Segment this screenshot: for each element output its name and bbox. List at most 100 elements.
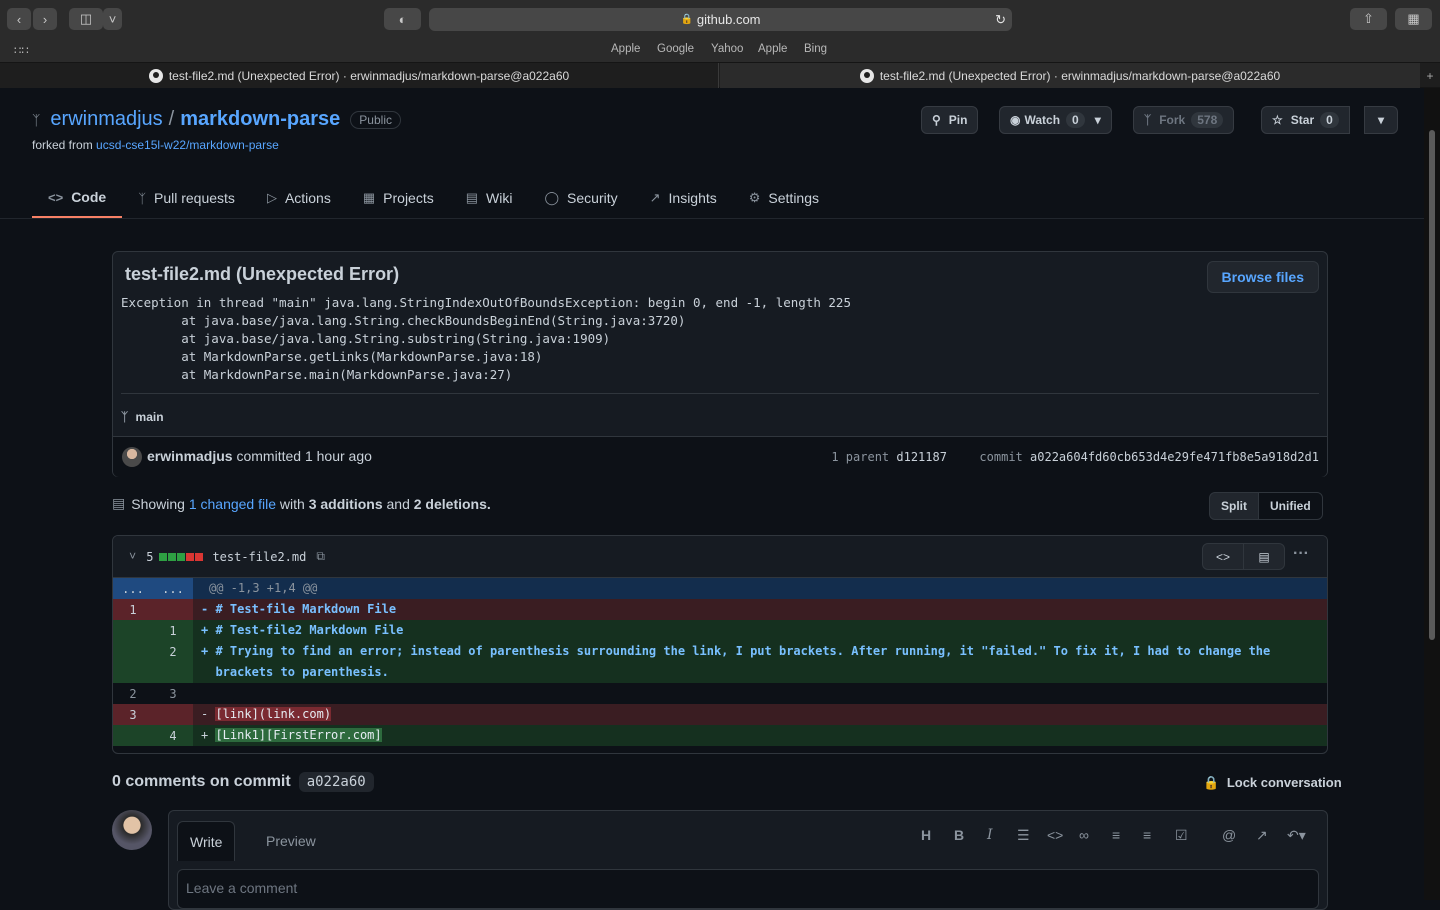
old-line-number[interactable] [113, 620, 153, 641]
avatar[interactable] [112, 810, 152, 850]
pin-button[interactable]: ⚲ Pin [921, 106, 979, 134]
privacy-shield-icon[interactable]: ◐ [384, 8, 421, 30]
ordered-list-icon[interactable]: ≡ [1143, 827, 1151, 843]
tab-wiki[interactable]: ▤ Wiki [450, 178, 529, 218]
avatar[interactable] [122, 447, 142, 467]
new-tab-button[interactable]: + [1420, 63, 1440, 88]
new-line-number[interactable]: 2 [153, 641, 193, 683]
quote-icon[interactable]: ☰ [1017, 827, 1030, 844]
tab-projects[interactable]: ▦ Projects [347, 178, 450, 218]
expand-down-button[interactable]: ... [153, 578, 193, 599]
repo-separator: / [168, 108, 175, 130]
branch-label[interactable]: ᛉ main [121, 393, 1319, 424]
heading-icon[interactable]: H [921, 827, 931, 843]
bookmark-google[interactable]: Google [657, 43, 694, 55]
commit-meta: erwinmadjus committed 1 hour ago 1 paren… [113, 436, 1327, 477]
task-list-icon[interactable]: ☑ [1175, 827, 1188, 844]
sidebar-menu-chevron-icon[interactable]: ˅ [103, 8, 122, 30]
browse-files-button[interactable]: Browse files [1206, 261, 1319, 293]
bookmark-apple-2[interactable]: Apple [758, 43, 787, 55]
old-line-number[interactable]: 3 [113, 704, 153, 725]
lock-conversation-button[interactable]: 🔒 Lock conversation [1203, 775, 1342, 791]
forward-button[interactable]: › [33, 8, 57, 30]
tab-insights[interactable]: ↗ Insights [634, 178, 733, 218]
comments-heading: 0 comments on commit a022a60 [112, 772, 374, 792]
tab-preview[interactable]: Preview [254, 821, 328, 861]
more-options-icon[interactable]: ··· [1293, 545, 1309, 563]
tab-settings[interactable]: ⚙ Settings [733, 178, 835, 218]
link-icon[interactable]: ∞ [1079, 827, 1089, 843]
new-line-number[interactable]: 1 [153, 620, 193, 641]
browser-tab-1[interactable]: test-file2.md (Unexpected Error) · erwin… [0, 63, 719, 88]
commit-author: erwinmadjus committed 1 hour ago [147, 448, 372, 464]
watch-button[interactable]: ◉ Watch 0 ▾ [999, 106, 1112, 134]
new-line-number[interactable] [153, 704, 193, 725]
tab-code[interactable]: <> Code [32, 178, 123, 218]
page-scrollbar[interactable] [1424, 88, 1440, 900]
new-line-number[interactable] [153, 599, 193, 620]
comment-input[interactable]: Leave a comment [177, 869, 1319, 909]
copy-icon[interactable]: ⧉ [316, 549, 325, 564]
deletions-count: 2 deletions. [413, 495, 491, 512]
bold-icon[interactable]: B [954, 827, 964, 843]
reply-icon[interactable]: ↶▾ [1287, 827, 1306, 844]
new-line-number[interactable]: 3 [153, 683, 193, 704]
parent-sha-link[interactable]: d121187 [896, 450, 947, 464]
unified-button[interactable]: Unified [1258, 493, 1322, 519]
changed-text: [Link1][FirstError.com] [215, 728, 382, 742]
rich-diff-button[interactable]: ▤ [1243, 543, 1285, 570]
expand-up-button[interactable]: ... [113, 578, 153, 599]
repo-owner-link[interactable]: erwinmadjus [50, 108, 162, 131]
back-button[interactable]: ‹ [7, 8, 31, 30]
watch-label: Watch [1024, 113, 1061, 127]
forked-from-link[interactable]: ucsd-cse15l-w22/markdown-parse [96, 138, 279, 152]
sidebar-toggle-button[interactable]: ◫ [69, 8, 103, 30]
new-line-number[interactable]: 4 [153, 725, 193, 746]
bookmark-apple[interactable]: Apple [611, 43, 640, 55]
old-line-number[interactable]: 2 [113, 683, 153, 704]
diff-line-code: + [Link1][FirstError.com] [193, 725, 1327, 746]
italic-icon[interactable]: I [987, 827, 993, 843]
tab-overview-button[interactable]: ▦ [1395, 8, 1432, 30]
pin-icon: ⚲ [932, 113, 941, 127]
apps-grid-icon[interactable]: ∷∷ [14, 43, 29, 57]
fork-button[interactable]: ᛉ Fork 578 [1133, 106, 1235, 134]
browser-tab-2[interactable]: test-file2.md (Unexpected Error) · erwin… [720, 63, 1420, 88]
bookmark-yahoo[interactable]: Yahoo [711, 43, 743, 55]
star-button[interactable]: ☆ Star 0 [1261, 106, 1350, 134]
reload-icon[interactable]: ↻ [995, 12, 1006, 28]
chevron-down-icon[interactable]: ˅ [129, 549, 136, 564]
comments-count: 0 comments on commit [112, 773, 291, 790]
reference-icon[interactable]: ↗ [1256, 827, 1268, 844]
split-button[interactable]: Split [1210, 493, 1258, 519]
old-line-number[interactable]: 1 [113, 599, 153, 620]
source-diff-button[interactable]: <> [1202, 543, 1244, 570]
browser-tab-title: test-file2.md (Unexpected Error) · erwin… [168, 68, 570, 83]
visibility-badge: Public [350, 110, 401, 129]
old-line-number[interactable] [113, 725, 153, 746]
share-button[interactable]: ⇧ [1350, 8, 1387, 30]
tab-actions[interactable]: ▷ Actions [251, 178, 347, 218]
star-list-dropdown[interactable]: ▾ [1364, 106, 1398, 134]
browser-tab-bar: test-file2.md (Unexpected Error) · erwin… [0, 62, 1440, 88]
tab-security[interactable]: ◯ Security [528, 178, 633, 218]
tab-pull-requests[interactable]: ᛉ Pull requests [122, 178, 251, 218]
code-icon: <> [48, 189, 64, 205]
showing-text: Showing [131, 495, 185, 512]
code-icon[interactable]: <> [1047, 827, 1063, 843]
repo-name-link[interactable]: markdown-parse [180, 108, 340, 131]
pull-request-icon: ᛉ [138, 190, 146, 206]
mention-icon[interactable]: @ [1222, 827, 1236, 843]
diff-prefix: - [201, 707, 216, 721]
address-bar[interactable]: 🔒 github.com ↻ [429, 8, 1012, 31]
repo-title: ᛉ erwinmadjus / markdown-parse Public [32, 108, 401, 131]
changed-files-link[interactable]: 1 changed file [189, 496, 276, 512]
tab-write[interactable]: Write [177, 821, 236, 861]
author-link[interactable]: erwinmadjus [147, 448, 233, 464]
old-line-number[interactable] [113, 641, 153, 683]
diff-line-code: + # Trying to find an error; instead of … [201, 644, 1271, 679]
scrollbar-thumb[interactable] [1429, 130, 1435, 640]
bookmark-bing[interactable]: Bing [804, 43, 827, 55]
diff-filename[interactable]: test-file2.md [212, 550, 306, 564]
unordered-list-icon[interactable]: ≡ [1112, 827, 1120, 843]
